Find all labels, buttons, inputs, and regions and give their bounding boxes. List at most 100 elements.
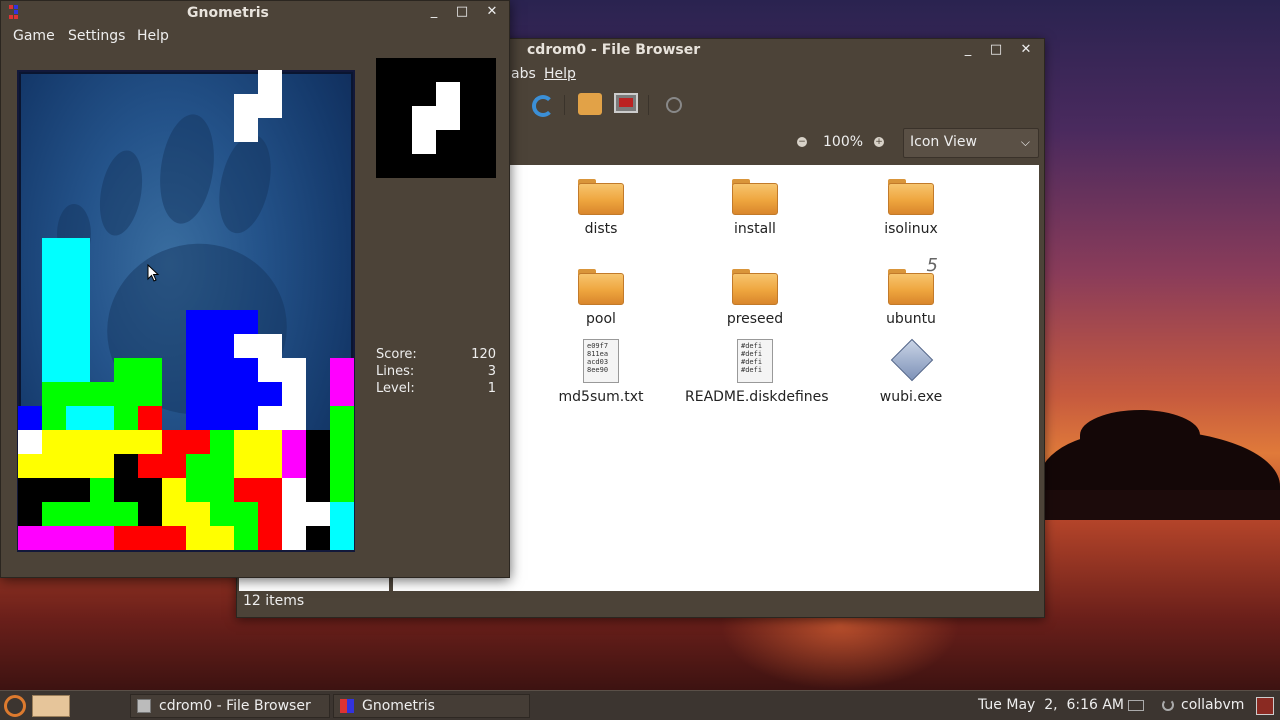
tetris-block bbox=[90, 430, 114, 454]
tetris-block bbox=[66, 310, 90, 334]
lines-value: 3 bbox=[487, 364, 496, 379]
tetris-block bbox=[114, 454, 138, 478]
chevron-down-icon: ⌵ bbox=[1020, 135, 1030, 149]
close-button[interactable]: ✕ bbox=[483, 3, 501, 21]
home-folder-icon[interactable] bbox=[578, 93, 602, 115]
gnometris-titlebar[interactable]: Gnometris _ □ ✕ bbox=[1, 1, 509, 25]
tetris-block bbox=[306, 502, 330, 526]
tetris-block bbox=[114, 430, 138, 454]
score-label: Score: bbox=[376, 347, 417, 362]
menu-help[interactable]: Help bbox=[544, 66, 576, 82]
tetris-block bbox=[42, 430, 66, 454]
file-item-readme[interactable]: #defi #defi #defi #defi README.diskdefin… bbox=[685, 339, 829, 405]
minimize-button[interactable]: _ bbox=[425, 3, 443, 21]
level-label: Level: bbox=[376, 381, 415, 396]
tetris-block bbox=[210, 430, 234, 454]
block-layer bbox=[18, 70, 354, 550]
tetris-block bbox=[234, 454, 258, 478]
taskbar-item-file-browser[interactable]: cdrom0 - File Browser bbox=[130, 694, 330, 718]
file-name: preseed bbox=[726, 311, 784, 327]
view-mode-select[interactable]: Icon View ⌵ bbox=[903, 128, 1039, 158]
folder-icon: 5 bbox=[888, 255, 938, 305]
reload-icon[interactable] bbox=[532, 95, 554, 117]
file-item-preseed[interactable]: preseed bbox=[685, 269, 825, 327]
tetris-block bbox=[90, 454, 114, 478]
bottom-panel: cdrom0 - File Browser Gnometris Tue May … bbox=[0, 690, 1280, 720]
task-label: cdrom0 - File Browser bbox=[159, 698, 311, 714]
ubuntu-menu-icon[interactable] bbox=[4, 695, 26, 717]
file-item-wubi[interactable]: wubi.exe bbox=[841, 338, 981, 405]
toolbar-separator bbox=[648, 95, 649, 115]
folder-icon bbox=[578, 179, 624, 215]
menu-tabs[interactable]: abs bbox=[511, 66, 536, 82]
tetris-block bbox=[234, 118, 258, 142]
tetris-block bbox=[258, 502, 282, 526]
menu-game[interactable]: Game bbox=[13, 28, 55, 44]
tetris-block bbox=[234, 382, 258, 406]
show-desktop-button[interactable] bbox=[32, 695, 70, 717]
tetris-block bbox=[114, 526, 138, 550]
file-item-isolinux[interactable]: isolinux bbox=[841, 179, 981, 237]
tetris-block bbox=[42, 478, 66, 502]
tetris-block bbox=[42, 334, 66, 358]
tetris-block bbox=[186, 406, 210, 430]
maximize-button[interactable]: □ bbox=[987, 41, 1005, 59]
search-icon[interactable] bbox=[666, 97, 682, 113]
computer-icon[interactable] bbox=[614, 93, 638, 113]
tetris-block bbox=[186, 334, 210, 358]
tetris-block bbox=[90, 526, 114, 550]
tetris-block bbox=[66, 286, 90, 310]
score-value: 120 bbox=[471, 347, 496, 362]
file-name: install bbox=[734, 221, 776, 237]
wallpaper-trees-top bbox=[1080, 410, 1200, 460]
tetris-block bbox=[258, 430, 282, 454]
tetris-block bbox=[66, 406, 90, 430]
file-item-pool[interactable]: pool bbox=[531, 269, 671, 327]
tetris-block bbox=[186, 526, 210, 550]
tetris-block bbox=[282, 478, 306, 502]
user-name[interactable]: collabvm bbox=[1181, 697, 1244, 713]
close-button[interactable]: ✕ bbox=[1017, 41, 1035, 59]
zoom-out-button[interactable]: − bbox=[797, 137, 807, 147]
clock[interactable]: Tue May 2, 6:16 AM bbox=[978, 697, 1124, 713]
gnometris-window: Gnometris _ □ ✕ Game Settings Help Score… bbox=[0, 0, 510, 578]
tetris-block bbox=[114, 358, 138, 382]
mail-icon[interactable] bbox=[1128, 700, 1144, 711]
tetris-block bbox=[210, 478, 234, 502]
tetris-block bbox=[66, 382, 90, 406]
power-icon[interactable] bbox=[1162, 699, 1174, 711]
tetris-block bbox=[66, 478, 90, 502]
menu-settings[interactable]: Settings bbox=[68, 28, 125, 44]
tetris-block bbox=[258, 94, 282, 118]
tetris-block bbox=[330, 382, 354, 406]
minimize-button[interactable]: _ bbox=[959, 41, 977, 59]
tetris-block bbox=[234, 406, 258, 430]
folder-icon bbox=[732, 179, 778, 215]
level-value: 1 bbox=[487, 381, 496, 396]
menu-help[interactable]: Help bbox=[137, 28, 169, 44]
tetris-block bbox=[282, 430, 306, 454]
tetris-block bbox=[114, 478, 138, 502]
file-name: pool bbox=[586, 311, 616, 327]
file-item-md5sum[interactable]: e09f7 811ea acd03 8ee90 md5sum.txt bbox=[531, 339, 671, 405]
file-name: dists bbox=[584, 221, 618, 237]
zoom-in-button[interactable]: + bbox=[874, 137, 884, 147]
file-item-dists[interactable]: dists bbox=[531, 179, 671, 237]
maximize-button[interactable]: □ bbox=[453, 3, 471, 21]
tetris-block bbox=[282, 382, 306, 406]
tetris-block bbox=[330, 454, 354, 478]
tetris-block bbox=[18, 526, 42, 550]
tetris-block bbox=[234, 478, 258, 502]
folder-icon bbox=[732, 269, 778, 305]
tetris-block bbox=[282, 358, 306, 382]
logout-icon[interactable] bbox=[1256, 697, 1274, 715]
tetris-block bbox=[138, 454, 162, 478]
tetris-block bbox=[18, 406, 42, 430]
file-item-ubuntu[interactable]: 5 ubuntu bbox=[841, 255, 981, 327]
file-item-install[interactable]: install bbox=[685, 179, 825, 237]
executable-icon bbox=[889, 338, 934, 383]
game-board[interactable] bbox=[17, 70, 355, 552]
tetris-block bbox=[258, 526, 282, 550]
tetris-block bbox=[234, 310, 258, 334]
taskbar-item-gnometris[interactable]: Gnometris bbox=[333, 694, 530, 718]
